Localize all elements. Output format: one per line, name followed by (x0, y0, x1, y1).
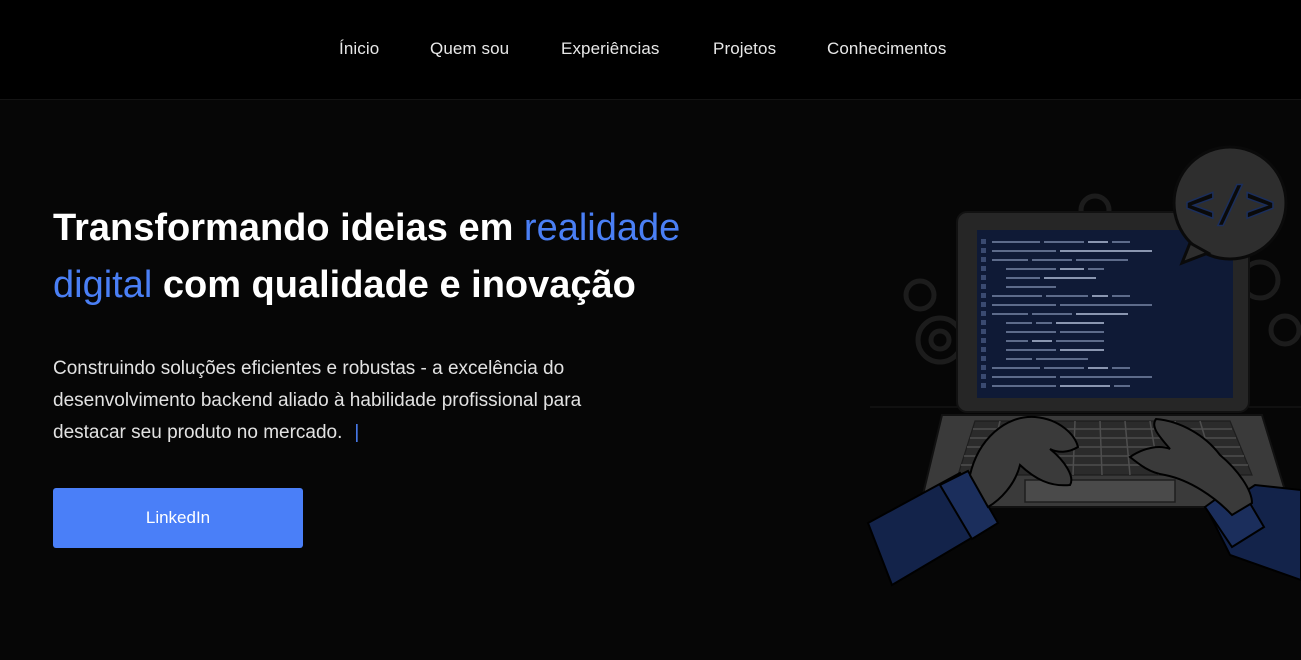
hero-title-part2: com qualidade e inovação (152, 264, 636, 306)
hero-description: Construindo soluções eficientes e robust… (53, 353, 623, 449)
nav-link-conhecimentos[interactable]: Conhecimentos (827, 39, 946, 59)
code-bubble-icon: </> (1172, 145, 1288, 266)
nav-link-quem-sou[interactable]: Quem sou (430, 39, 509, 59)
nav-link-inicio[interactable]: Ínicio (339, 39, 379, 59)
hero-description-text: Construindo soluções eficientes e robust… (53, 358, 582, 443)
typing-cursor: | (354, 422, 360, 443)
linkedin-button[interactable]: LinkedIn (53, 488, 303, 548)
hero-title-part1: Transformando ideias em (53, 207, 524, 249)
top-navigation: Ínicio Quem sou Experiências Projetos Co… (0, 0, 1301, 100)
code-bubble-text: </> (1185, 175, 1275, 233)
hero-title-highlight-digital: digital (53, 264, 153, 306)
hero-title-highlight-realidade: realidade (523, 207, 681, 249)
developer-laptop-illustration: </> (866, 145, 1301, 587)
hero-title: Transformando ideias em realidade digital… (53, 200, 753, 314)
nav-link-projetos[interactable]: Projetos (713, 39, 776, 59)
nav-link-experiencias[interactable]: Experiências (561, 39, 660, 59)
